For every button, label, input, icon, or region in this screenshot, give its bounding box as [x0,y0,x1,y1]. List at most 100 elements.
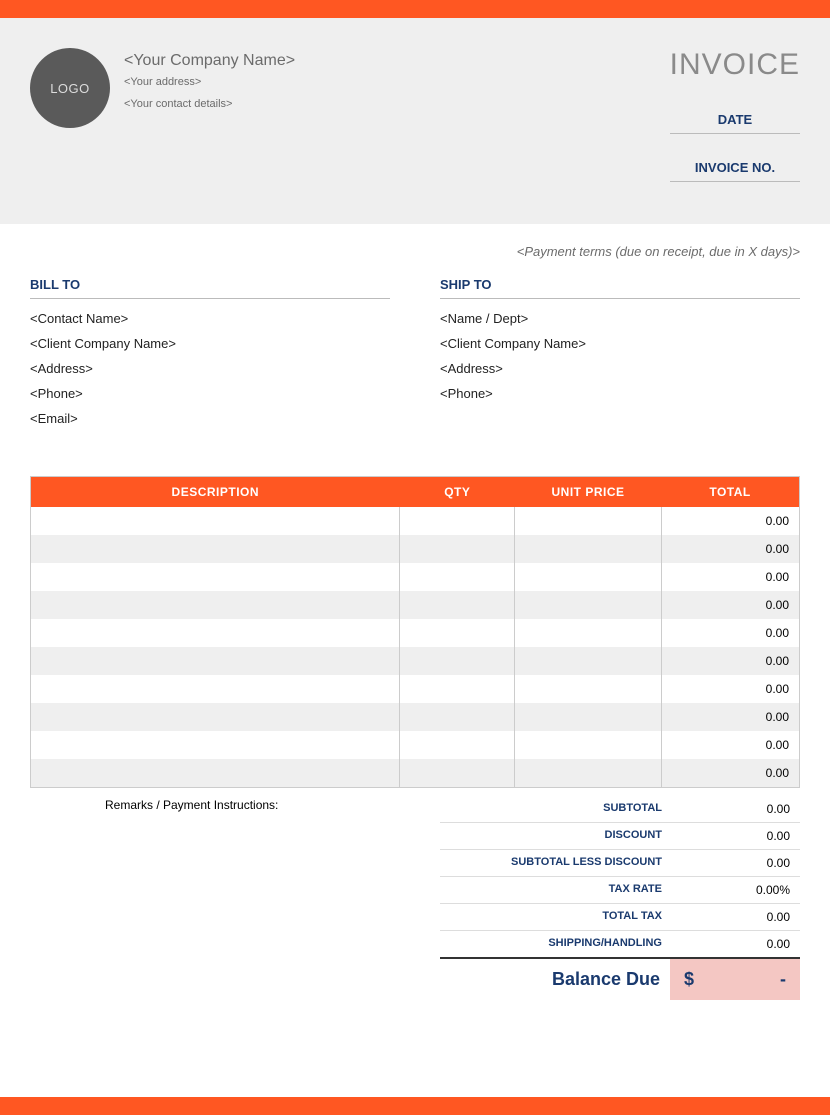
company-contact: <Your contact details> [124,98,295,110]
bill-to-line: <Phone> [30,386,390,401]
table-row: 0.00 [31,759,800,787]
table-row: 0.00 [31,731,800,759]
cell-total: 0.00 [661,647,799,675]
header-right: INVOICE DATE INVOICE NO. [670,48,800,200]
cell-qty [400,759,515,787]
cell-qty [400,647,515,675]
cell-desc [31,703,400,731]
invoice-no-field: INVOICE NO. [670,152,800,182]
bill-to-line: <Contact Name> [30,311,390,326]
total-value: 0.00 [670,904,800,930]
below-table: Remarks / Payment Instructions: SUBTOTAL… [30,796,800,1000]
remarks-label: Remarks / Payment Instructions: [30,796,440,1000]
cell-total: 0.00 [661,619,799,647]
total-row: SUBTOTAL0.00 [440,796,800,823]
cell-qty [400,563,515,591]
balance-amount: - [780,969,786,990]
invoice-title: INVOICE [670,48,800,82]
cell-qty [400,535,515,563]
company-address: <Your address> [124,76,295,88]
cell-unit [515,619,661,647]
cell-desc [31,591,400,619]
cell-total: 0.00 [661,563,799,591]
table-row: 0.00 [31,563,800,591]
cell-total: 0.00 [661,703,799,731]
col-qty: QTY [400,477,515,508]
cell-unit [515,591,661,619]
company-info: <Your Company Name> <Your address> <Your… [124,48,295,200]
bill-to-line: <Client Company Name> [30,336,390,351]
ship-to-line: <Client Company Name> [440,336,800,351]
total-row: SUBTOTAL LESS DISCOUNT0.00 [440,850,800,877]
cell-unit [515,647,661,675]
table-header-row: DESCRIPTION QTY UNIT PRICE TOTAL [31,477,800,508]
balance-due-label: Balance Due [440,959,670,1000]
header-left: LOGO <Your Company Name> <Your address> … [30,48,295,200]
total-row: TAX RATE0.00% [440,877,800,904]
total-value: 0.00% [670,877,800,903]
total-label: SHIPPING/HANDLING [440,931,670,957]
cell-unit [515,563,661,591]
header: LOGO <Your Company Name> <Your address> … [0,18,830,224]
bottom-accent-bar [0,1097,830,1115]
cell-unit [515,675,661,703]
col-total: TOTAL [661,477,799,508]
cell-total: 0.00 [661,507,799,535]
total-label: SUBTOTAL [440,796,670,822]
bill-to-line: <Email> [30,411,390,426]
total-value: 0.00 [670,796,800,822]
total-row: DISCOUNT0.00 [440,823,800,850]
cell-desc [31,507,400,535]
cell-total: 0.00 [661,731,799,759]
balance-due-value: $ - [670,959,800,1000]
cell-desc [31,731,400,759]
total-value: 0.00 [670,931,800,957]
cell-qty [400,591,515,619]
top-accent-bar [0,0,830,18]
table-row: 0.00 [31,675,800,703]
cell-desc [31,759,400,787]
col-unit-price: UNIT PRICE [515,477,661,508]
cell-total: 0.00 [661,591,799,619]
ship-to-heading: SHIP TO [440,277,800,299]
addresses: BILL TO <Contact Name> <Client Company N… [30,277,800,436]
table-row: 0.00 [31,591,800,619]
ship-to-block: SHIP TO <Name / Dept> <Client Company Na… [440,277,800,436]
payment-terms: <Payment terms (due on receipt, due in X… [30,244,800,259]
bill-to-block: BILL TO <Contact Name> <Client Company N… [30,277,390,436]
balance-currency: $ [684,969,694,990]
total-row: SHIPPING/HANDLING0.00 [440,931,800,958]
balance-row: Balance Due $ - [440,957,800,1000]
cell-total: 0.00 [661,675,799,703]
total-row: TOTAL TAX0.00 [440,904,800,931]
table-row: 0.00 [31,535,800,563]
content: <Payment terms (due on receipt, due in X… [0,224,830,1000]
total-value: 0.00 [670,850,800,876]
total-label: TOTAL TAX [440,904,670,930]
cell-qty [400,619,515,647]
logo-placeholder: LOGO [30,48,110,128]
table-row: 0.00 [31,619,800,647]
total-value: 0.00 [670,823,800,849]
bill-to-heading: BILL TO [30,277,390,299]
items-table: DESCRIPTION QTY UNIT PRICE TOTAL 0.000.0… [30,476,800,788]
cell-unit [515,759,661,787]
cell-qty [400,675,515,703]
col-description: DESCRIPTION [31,477,400,508]
cell-desc [31,563,400,591]
cell-qty [400,703,515,731]
cell-desc [31,647,400,675]
date-field: DATE [670,104,800,134]
totals-block: SUBTOTAL0.00DISCOUNT0.00SUBTOTAL LESS DI… [440,796,800,1000]
ship-to-line: <Phone> [440,386,800,401]
ship-to-line: <Name / Dept> [440,311,800,326]
total-label: TAX RATE [440,877,670,903]
cell-desc [31,535,400,563]
cell-desc [31,619,400,647]
cell-qty [400,731,515,759]
table-row: 0.00 [31,507,800,535]
cell-total: 0.00 [661,759,799,787]
cell-desc [31,675,400,703]
cell-unit [515,507,661,535]
total-label: SUBTOTAL LESS DISCOUNT [440,850,670,876]
